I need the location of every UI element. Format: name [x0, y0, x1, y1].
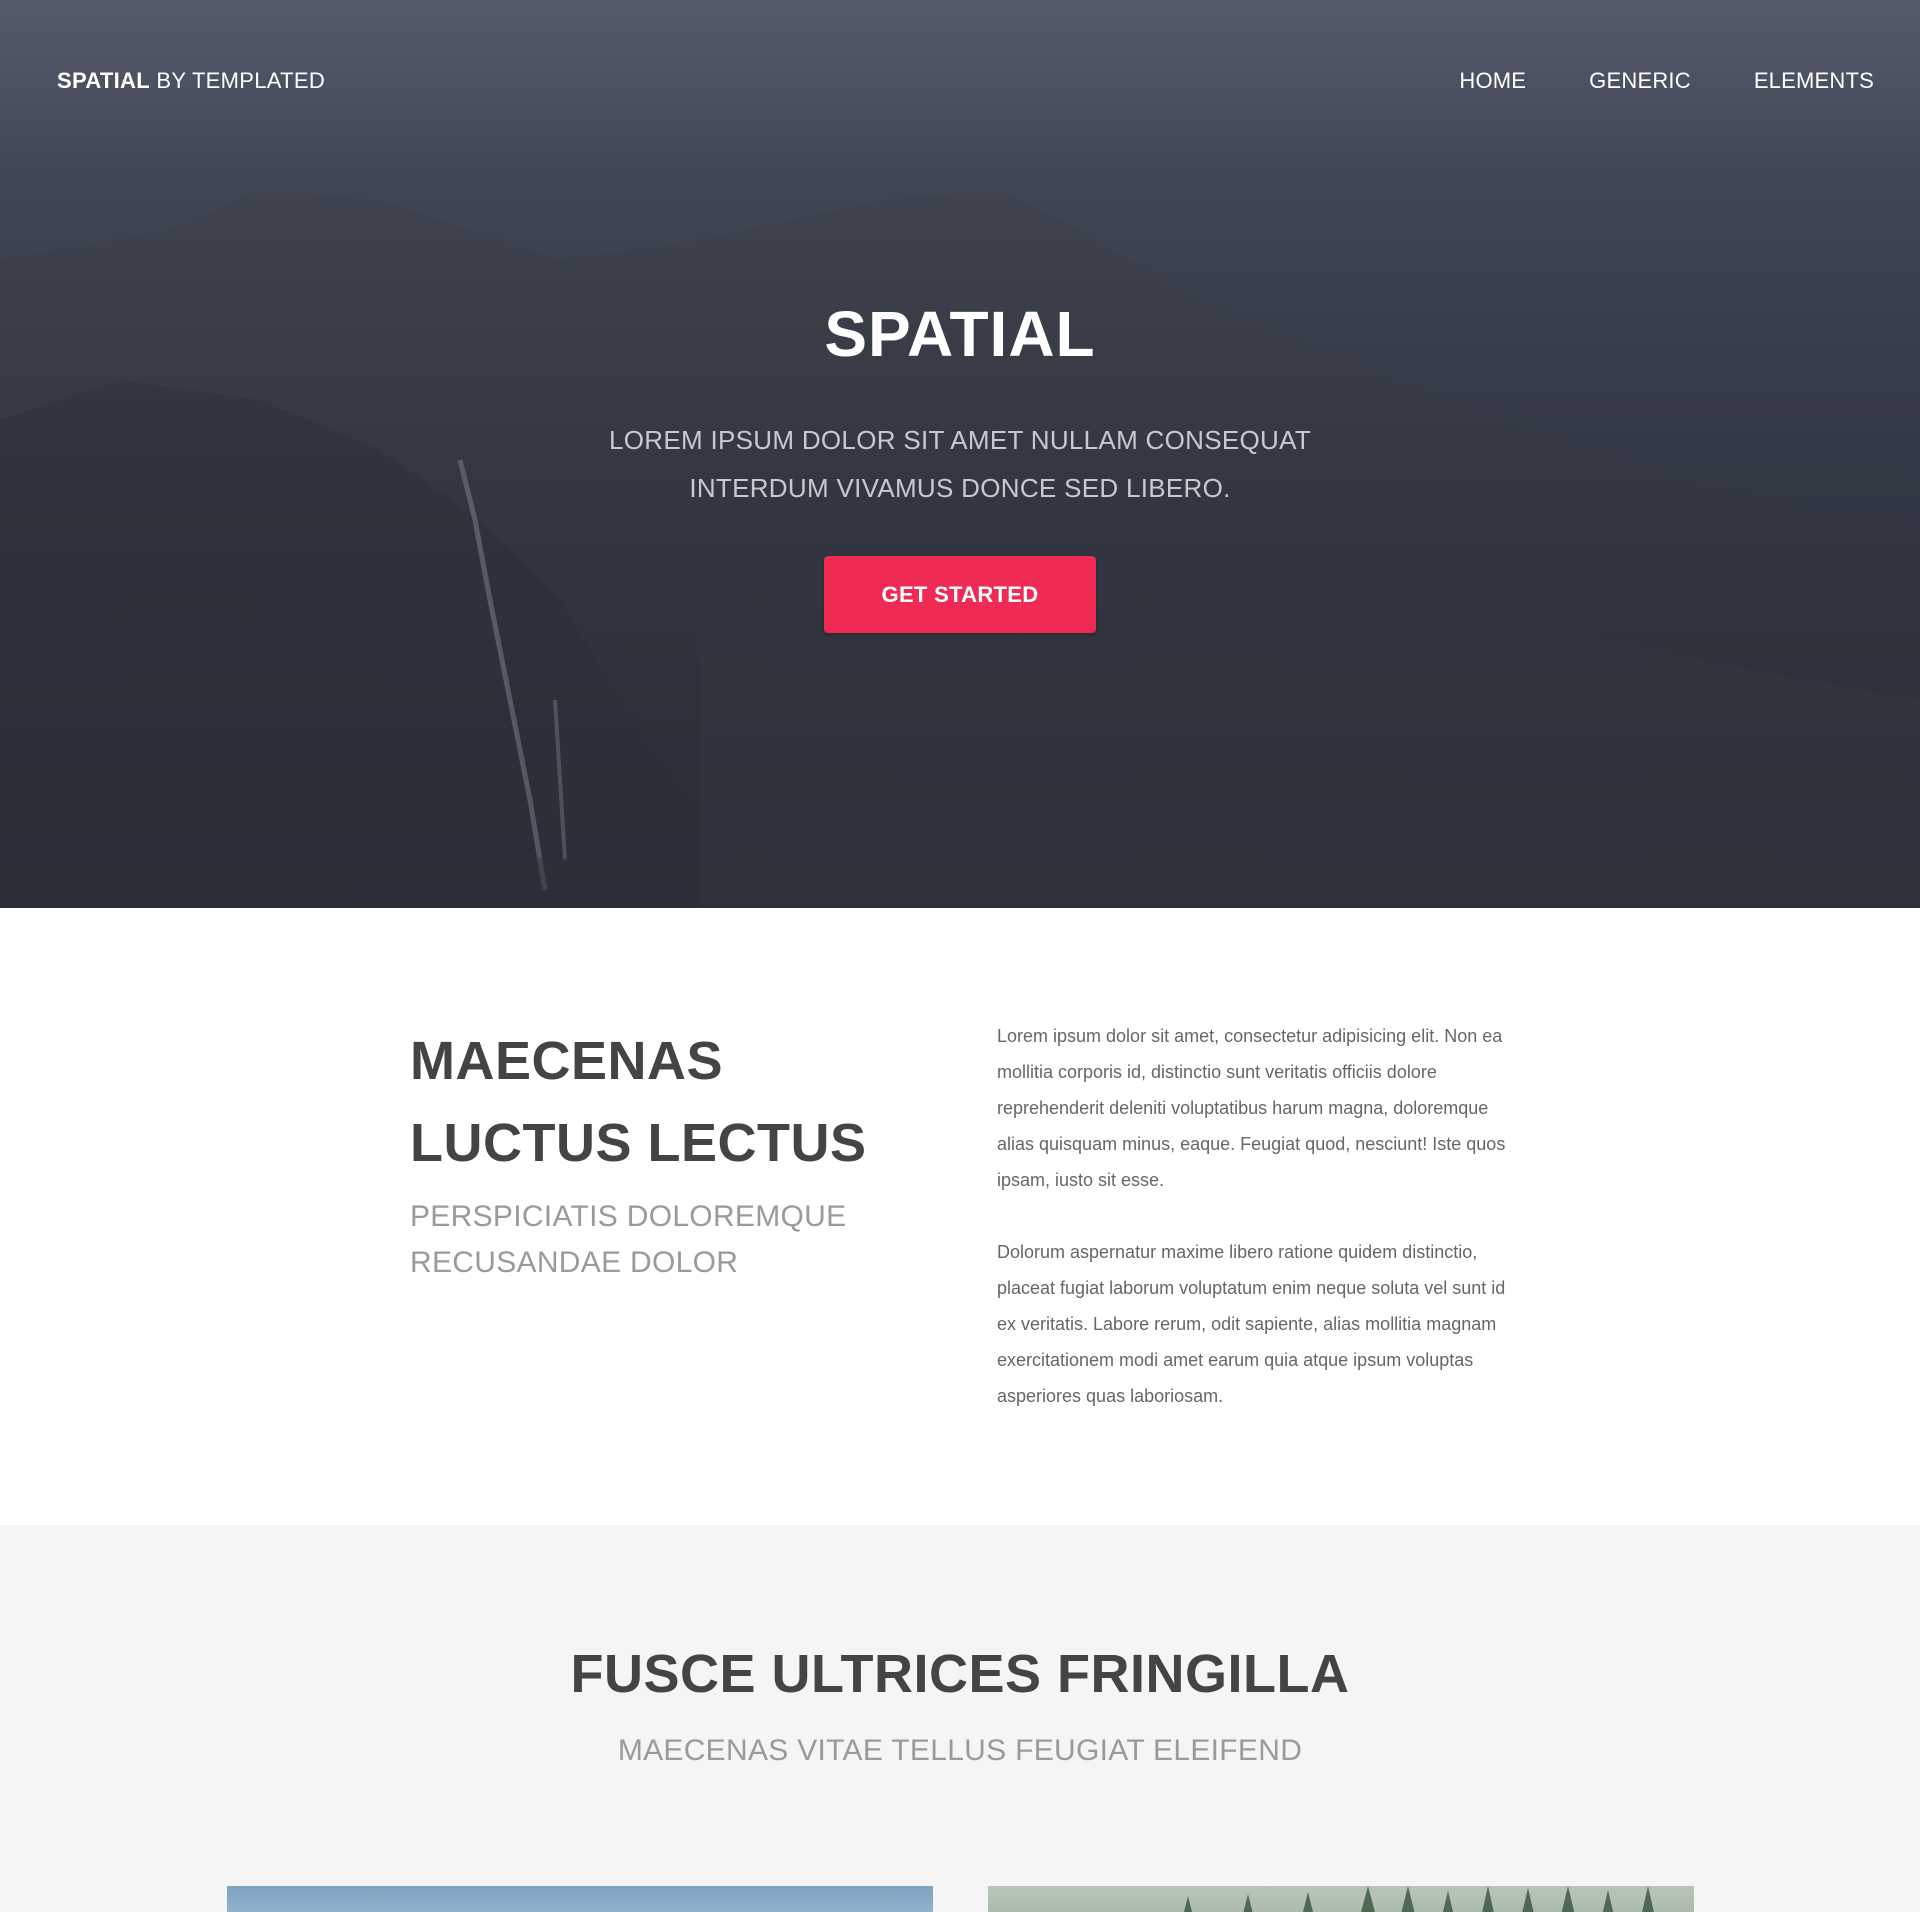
intro-subheading-line2: RECUSANDAE DOLOR — [410, 1246, 739, 1279]
intro-subheading-line1: PERSPICIATIS DOLOREMQUE — [410, 1200, 847, 1233]
nav-generic-link[interactable]: GENERIC — [1589, 68, 1691, 94]
intro-body: Lorem ipsum dolor sit amet, consectetur … — [997, 1018, 1517, 1450]
site-logo[interactable]: SPATIAL BY TEMPLATED — [57, 68, 325, 94]
nav-elements-link[interactable]: ELEMENTS — [1754, 68, 1874, 94]
intro-heading-line2: LUCTUS LECTUS — [410, 1113, 867, 1173]
feature-image-sky[interactable] — [227, 1886, 933, 1912]
hero-subtitle-line2: INTERDUM VIVAMUS DONCE SED LIBERO. — [689, 473, 1231, 503]
features-subtitle: MAECENAS VITAE TELLUS FEUGIAT ELEIFEND — [617, 1734, 1303, 1767]
logo-brand: SPATIAL — [57, 68, 150, 93]
hero-banner: SPATIAL BY TEMPLATED HOME GENERIC ELEMEN… — [0, 0, 1920, 908]
intro-section: MAECENAS LUCTUS LECTUS PERSPICIATIS DOLO… — [0, 908, 1920, 1525]
hero-subtitle-line1: LOREM IPSUM DOLOR SIT AMET NULLAM CONSEQ… — [608, 425, 1312, 455]
hero-subtitle: LOREM IPSUM DOLOR SIT AMET NULLAM CONSEQ… — [560, 416, 1360, 512]
intro-paragraph: Lorem ipsum dolor sit amet, consectetur … — [997, 1026, 1506, 1190]
hero-title: SPATIAL — [824, 298, 1096, 370]
intro-heading: MAECENAS LUCTUS LECTUS — [410, 1020, 930, 1184]
nav-home-link[interactable]: HOME — [1459, 68, 1526, 94]
site-header: SPATIAL BY TEMPLATED HOME GENERIC ELEMEN… — [0, 0, 1920, 165]
get-started-button[interactable]: GET STARTED — [824, 556, 1096, 633]
features-section: FUSCE ULTRICES FRINGILLA MAECENAS VITAE … — [0, 1525, 1920, 1912]
logo-byline: BY TEMPLATED — [156, 68, 326, 93]
feature-image-forest[interactable] — [988, 1886, 1694, 1912]
intro-subheading: PERSPICIATIS DOLOREMQUE RECUSANDAE DOLOR — [410, 1194, 930, 1286]
intro-paragraph: Dolorum aspernatur maxime libero ratione… — [997, 1242, 1506, 1406]
features-title: FUSCE ULTRICES FRINGILLA — [570, 1644, 1350, 1704]
forest-trees-image — [1184, 1886, 1654, 1912]
main-nav: HOME GENERIC ELEMENTS — [1459, 68, 1874, 94]
intro-heading-line1: MAECENAS — [410, 1031, 724, 1091]
